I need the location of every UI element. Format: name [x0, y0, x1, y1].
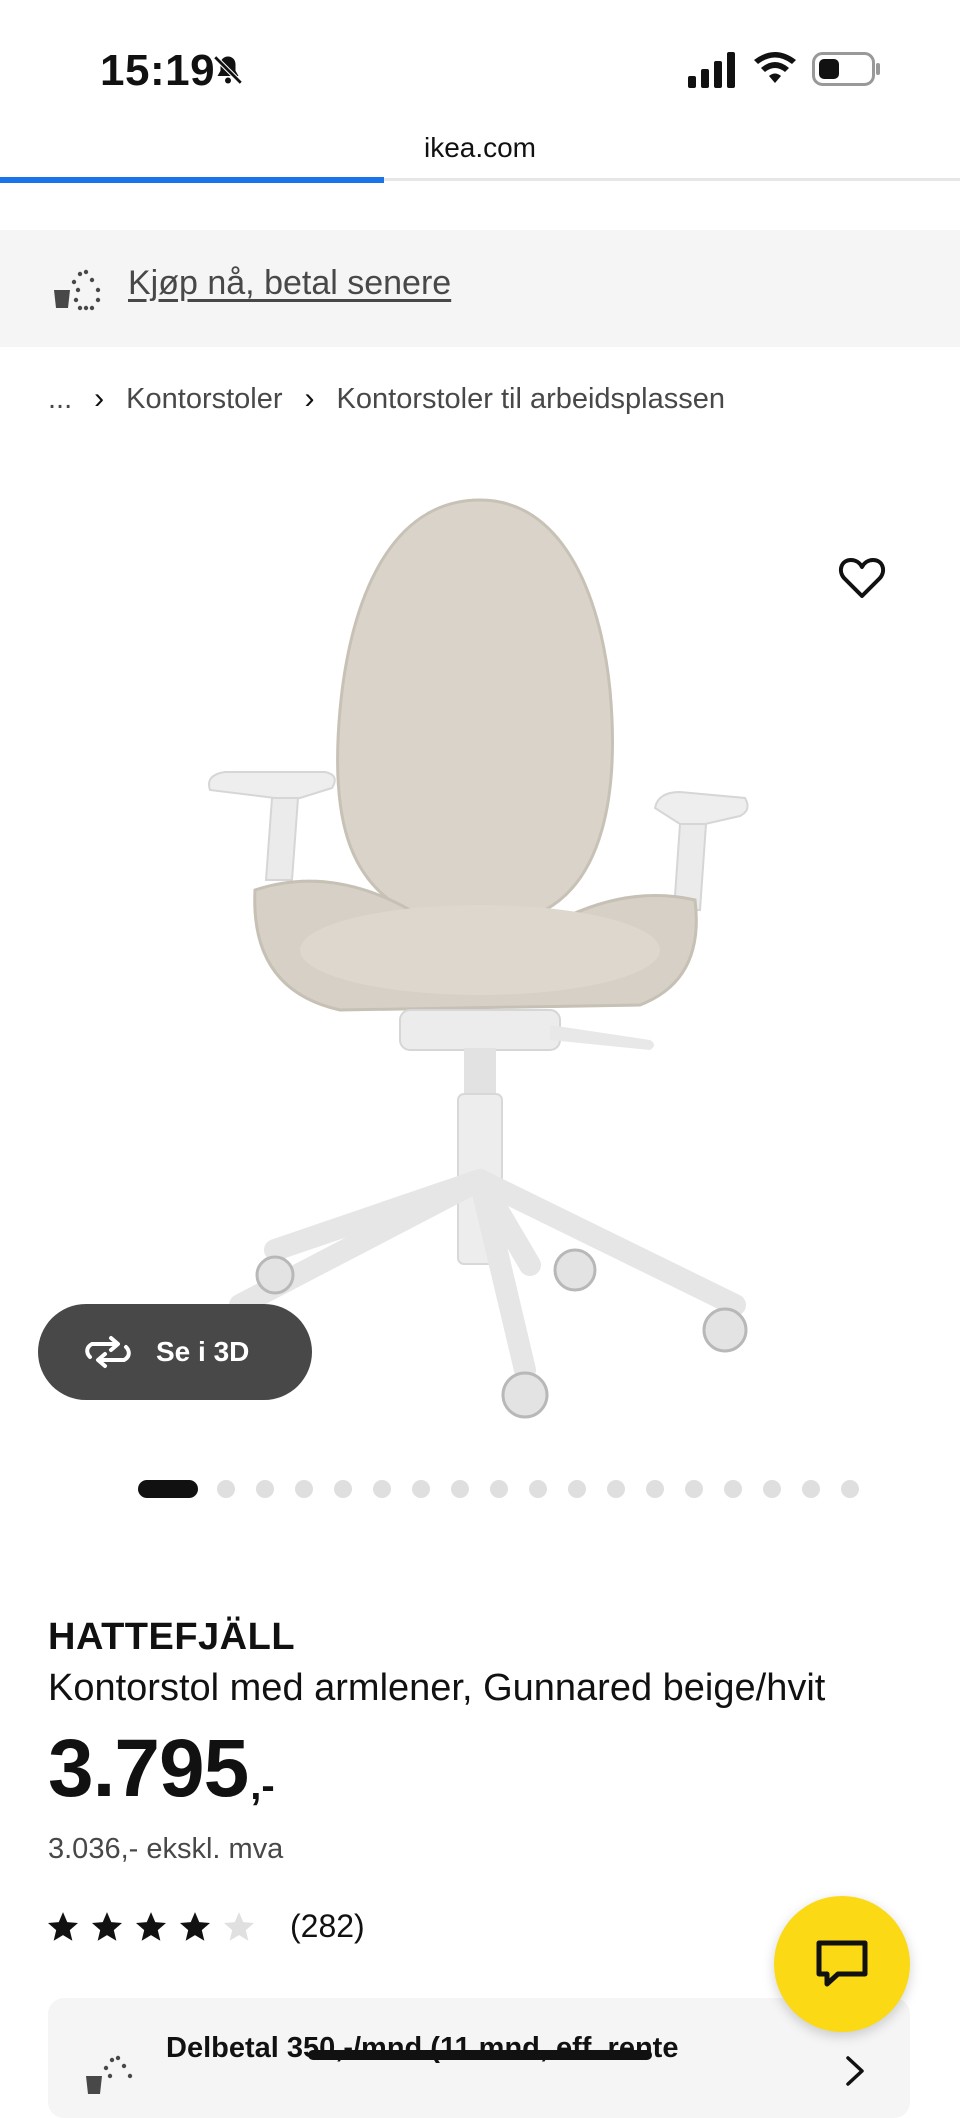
scale-icon: [86, 2055, 133, 2094]
carousel-dot[interactable]: [373, 1480, 391, 1498]
bell-muted-icon: [213, 55, 243, 85]
breadcrumb-item-kontorstoler[interactable]: Kontorstoler: [126, 383, 282, 416]
rating-stars: [46, 1910, 266, 1944]
carousel-dot[interactable]: [256, 1480, 274, 1498]
breadcrumb: ... › Kontorstoler › Kontorstoler til ar…: [48, 382, 725, 416]
price-ex-vat: 3.036,- ekskl. mva: [48, 1833, 284, 1865]
carousel-dot-active[interactable]: [138, 1480, 198, 1498]
office-chair-image[interactable]: [180, 480, 780, 1440]
cellular-signal-icon: [688, 52, 735, 88]
star-empty-icon: [223, 1911, 255, 1941]
browser-url-bar[interactable]: ikea.com: [0, 122, 960, 186]
pay-later-link[interactable]: Kjøp nå, betal senere: [128, 264, 451, 303]
star-filled-icon: [91, 1911, 123, 1941]
carousel-dot[interactable]: [412, 1480, 430, 1498]
carousel-dots: [138, 1478, 880, 1500]
breadcrumb-separator: ›: [304, 382, 315, 415]
carousel-dot[interactable]: [685, 1480, 703, 1498]
product-rating[interactable]: (282): [46, 1908, 365, 1945]
carousel-dot[interactable]: [802, 1480, 820, 1498]
carousel-dot[interactable]: [841, 1480, 859, 1498]
carousel-dot[interactable]: [334, 1480, 352, 1498]
status-bar: 15:19: [0, 0, 960, 120]
price-suffix: ,-: [250, 1764, 275, 1808]
carousel-dot[interactable]: [646, 1480, 664, 1498]
installment-text: Delbetal 350,-/mnd (11 mnd, eff. rente: [166, 2032, 679, 2064]
url-domain[interactable]: ikea.com: [0, 132, 960, 164]
rotate-3d-icon: [85, 1336, 131, 1368]
page-load-progress: [0, 177, 384, 183]
breadcrumb-ellipsis[interactable]: ...: [48, 383, 72, 416]
chat-bubble-icon: [816, 1940, 868, 1987]
star-filled-icon: [179, 1911, 211, 1941]
product-description: Kontorstol med armlener, Gunnared beige/…: [48, 1667, 826, 1709]
product-brand: HATTEFJÄLL: [48, 1616, 296, 1658]
battery-icon: [812, 52, 880, 86]
view-3d-label: Se i 3D: [156, 1336, 250, 1367]
breadcrumb-separator: ›: [94, 382, 105, 415]
heart-icon[interactable]: [838, 556, 886, 600]
carousel-dot[interactable]: [490, 1480, 508, 1498]
carousel-dot[interactable]: [529, 1480, 547, 1498]
wifi-icon: [754, 52, 796, 83]
home-indicator: [308, 2050, 652, 2060]
view-3d-button[interactable]: Se i 3D: [38, 1304, 312, 1400]
review-count[interactable]: (282): [290, 1908, 365, 1945]
product-price: 3.795 ,-: [48, 1728, 275, 1810]
chevron-right-icon: [846, 2056, 864, 2086]
carousel-dot[interactable]: [295, 1480, 313, 1498]
carousel-dot[interactable]: [217, 1480, 235, 1498]
carousel-dot[interactable]: [568, 1480, 586, 1498]
carousel-dot[interactable]: [451, 1480, 469, 1498]
breadcrumb-item-arbeidsplassen[interactable]: Kontorstoler til arbeidsplassen: [337, 383, 725, 416]
carousel-dot[interactable]: [724, 1480, 742, 1498]
star-filled-icon: [47, 1911, 79, 1941]
carousel-dot[interactable]: [607, 1480, 625, 1498]
scale-icon: [54, 269, 101, 311]
pay-later-banner[interactable]: Kjøp nå, betal senere: [0, 230, 960, 347]
carousel-dot[interactable]: [763, 1480, 781, 1498]
status-time: 15:19: [100, 46, 216, 95]
price-main: 3.795: [48, 1723, 249, 1814]
chat-button[interactable]: [774, 1896, 910, 2032]
star-filled-icon: [135, 1911, 167, 1941]
